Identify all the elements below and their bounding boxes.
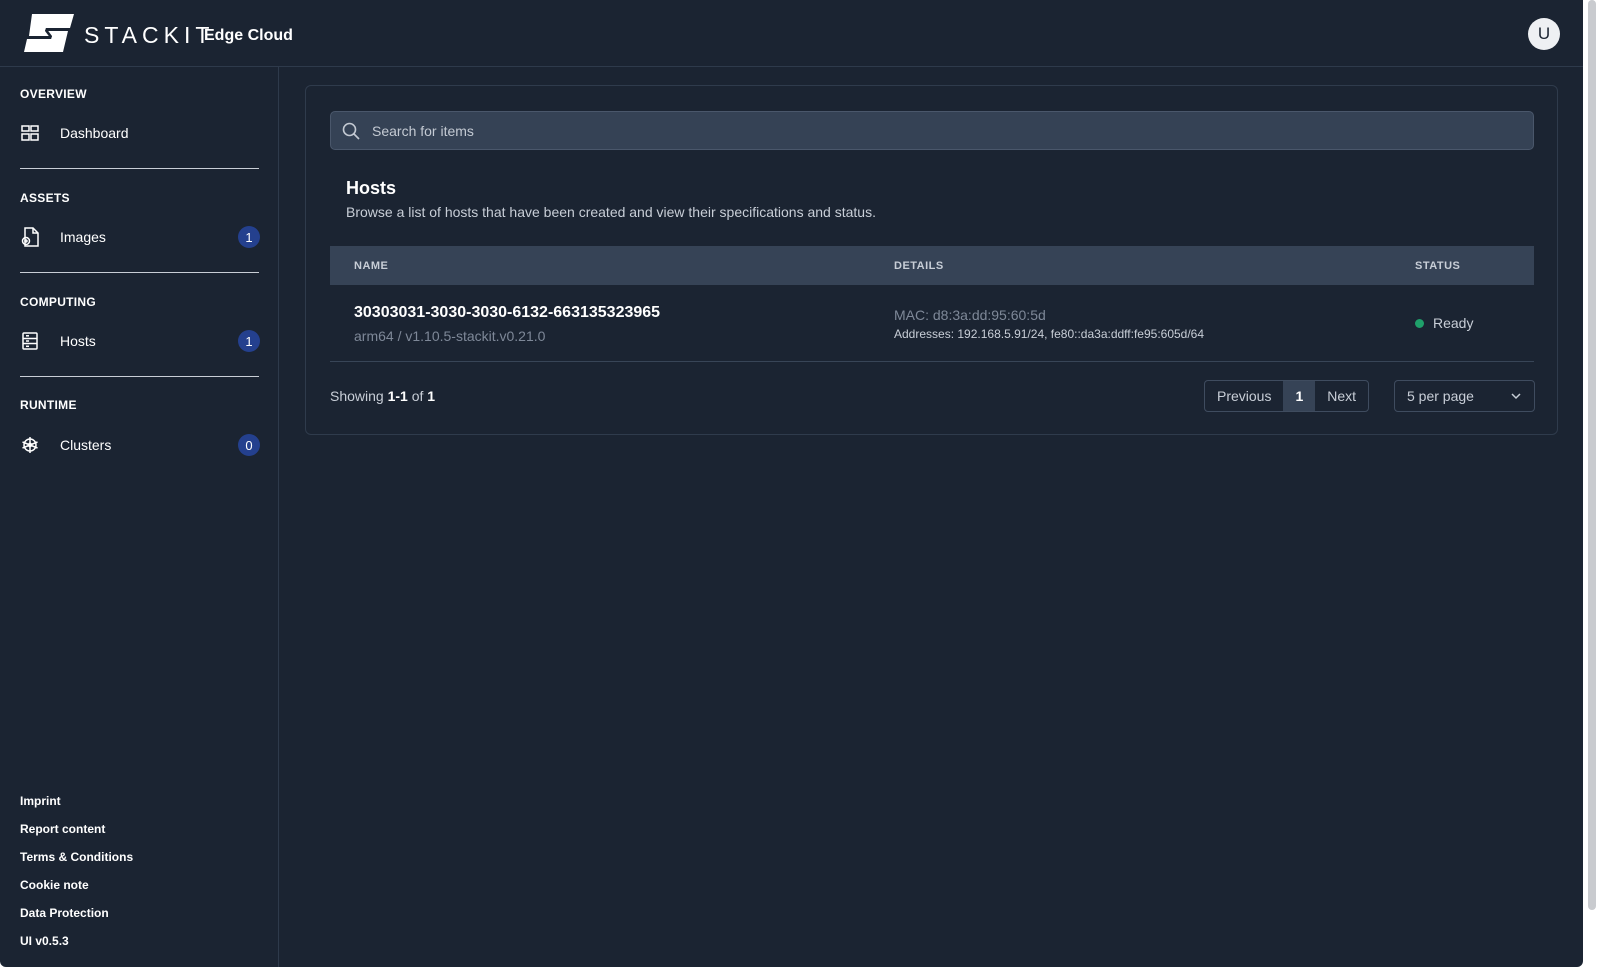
footer-links: Imprint Report content Terms & Condition…	[20, 787, 133, 955]
sidebar-item-label: Images	[60, 229, 106, 245]
showing-of: of	[411, 388, 424, 404]
dashboard-grid-icon	[20, 123, 40, 143]
scrollbar-thumb[interactable]	[1588, 0, 1596, 910]
sidebar-item-dashboard[interactable]: Dashboard	[20, 119, 260, 147]
ui-version: UI v0.5.3	[20, 934, 69, 948]
sidebar-item-hosts[interactable]: Hosts 1	[20, 327, 260, 355]
terms-conditions-link[interactable]: Terms & Conditions	[20, 843, 133, 871]
image-file-icon	[20, 227, 40, 247]
sidebar-divider	[20, 168, 259, 169]
search-input[interactable]	[372, 112, 1533, 149]
imprint-link[interactable]: Imprint	[20, 787, 133, 815]
status-badge: Ready	[1415, 315, 1473, 331]
host-mac: MAC: d8:3a:dd:95:60:5d	[894, 307, 1046, 323]
brand-name: STACKIT	[84, 22, 215, 48]
column-header-name[interactable]: NAME	[354, 260, 388, 272]
showing-total: 1	[427, 388, 436, 404]
previous-page-button[interactable]: Previous	[1205, 381, 1283, 411]
top-bar: STACKIT Edge Cloud U	[0, 0, 1583, 67]
hosts-table: NAME DETAILS STATUS 30303031-3030-3030-6…	[330, 246, 1534, 362]
pagination: Previous 1 Next	[1204, 380, 1370, 412]
stackit-logo-icon[interactable]	[24, 14, 74, 52]
per-page-select[interactable]: 5 per page	[1394, 380, 1535, 412]
count-badge: 1	[238, 226, 260, 248]
hosts-panel: Hosts Browse a list of hosts that have b…	[305, 85, 1558, 435]
page-description: Browse a list of hosts that have been cr…	[346, 204, 876, 220]
results-summary: Showing 1-1 of 1	[330, 388, 435, 404]
search-bar[interactable]	[330, 111, 1534, 150]
status-label: Ready	[1433, 315, 1474, 331]
page-number-button[interactable]: 1	[1283, 381, 1316, 411]
sidebar-item-images[interactable]: Images 1	[20, 223, 260, 251]
sidebar-item-label: Hosts	[60, 333, 96, 349]
status-dot-icon	[1415, 318, 1424, 328]
kubernetes-helm-icon	[20, 435, 40, 455]
cookie-note-link[interactable]: Cookie note	[20, 871, 133, 899]
report-content-link[interactable]: Report content	[20, 815, 133, 843]
column-header-status: STATUS	[1415, 260, 1461, 272]
table-row[interactable]: 30303031-3030-3030-6132-663135323965 arm…	[330, 285, 1534, 362]
page-title: Hosts	[346, 178, 397, 198]
table-header: NAME DETAILS STATUS	[330, 246, 1534, 285]
section-title-runtime: RUNTIME	[20, 398, 77, 412]
sidebar-item-label: Dashboard	[60, 125, 129, 141]
showing-range: 1-1	[387, 388, 408, 404]
next-page-button[interactable]: Next	[1315, 381, 1368, 411]
data-protection-link[interactable]: Data Protection	[20, 899, 133, 927]
sidebar-divider	[20, 272, 259, 273]
section-title-overview: OVERVIEW	[20, 87, 87, 101]
count-badge: 0	[238, 434, 260, 456]
per-page-value: 5 per page	[1407, 388, 1474, 404]
sidebar-divider	[20, 376, 259, 377]
section-title-assets: ASSETS	[20, 191, 70, 205]
app-window: STACKIT Edge Cloud U OVERVIEW Dashboard …	[0, 0, 1583, 967]
sidebar-item-clusters[interactable]: Clusters 0	[20, 431, 260, 459]
server-icon	[20, 331, 40, 351]
sidebar: OVERVIEW Dashboard ASSETS Images 1 COMPU…	[0, 67, 279, 967]
host-architecture-version: arm64 / v1.10.5-stackit.v0.21.0	[354, 328, 546, 344]
host-addresses: Addresses: 192.168.5.91/24, fe80::da3a:d…	[894, 327, 1205, 341]
search-icon	[342, 122, 360, 140]
column-header-details: DETAILS	[894, 260, 944, 272]
showing-prefix: Showing	[330, 388, 384, 404]
user-avatar[interactable]: U	[1528, 18, 1560, 50]
chevron-down-icon	[1511, 393, 1521, 400]
sidebar-item-label: Clusters	[60, 437, 112, 453]
product-name: Edge Cloud	[204, 27, 293, 44]
section-title-computing: COMPUTING	[20, 295, 97, 309]
host-name[interactable]: 30303031-3030-3030-6132-663135323965	[354, 304, 660, 322]
count-badge: 1	[238, 330, 260, 352]
